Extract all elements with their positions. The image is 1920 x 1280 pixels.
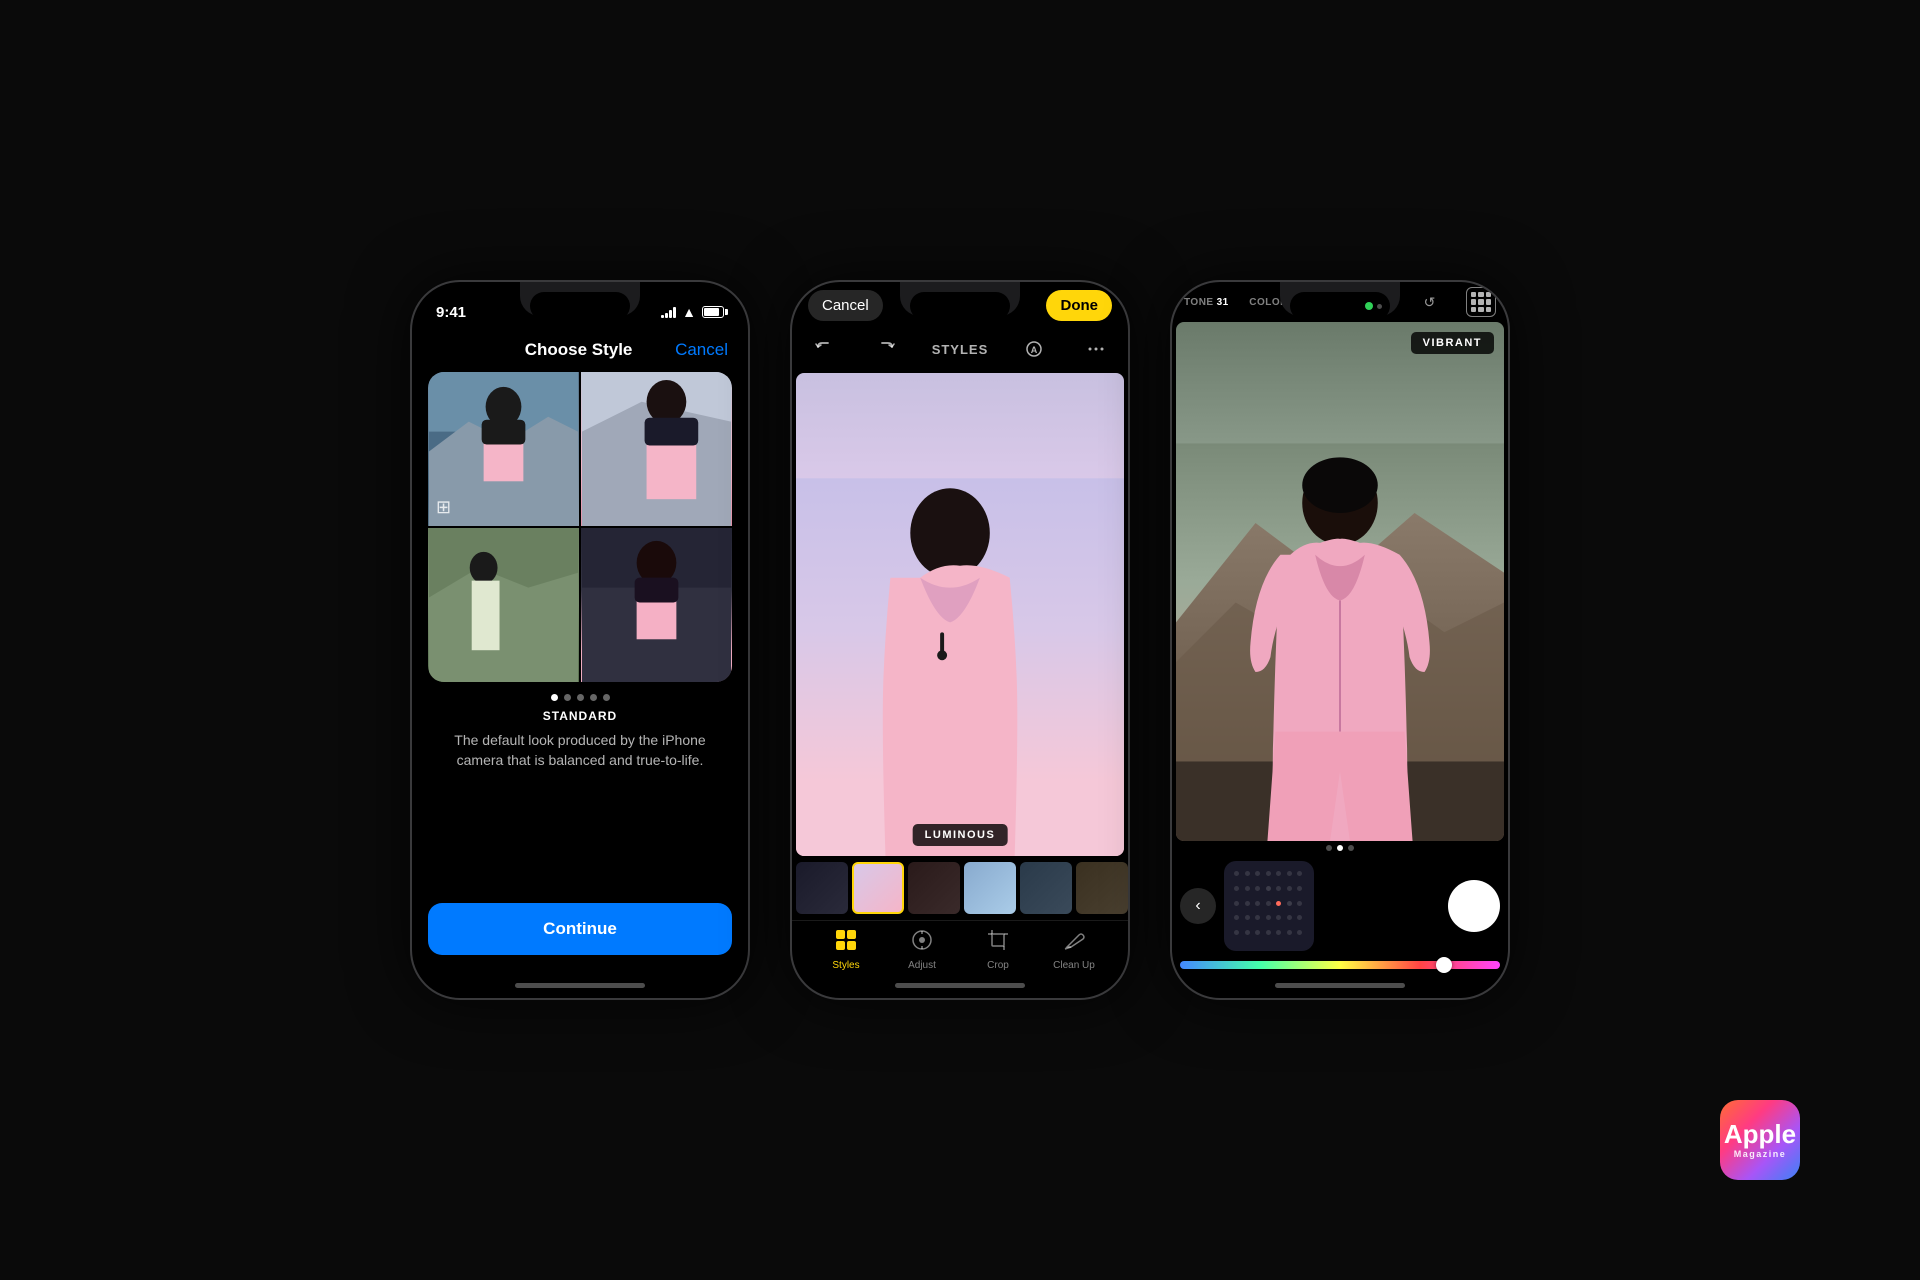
phone-3-screen: TONE 31 COLOR 84 PALETTE 100 ↺: [1172, 282, 1508, 998]
navigation-button[interactable]: A: [1018, 333, 1050, 365]
tab-crop[interactable]: Crop: [971, 929, 1026, 971]
dot-4: [590, 694, 597, 701]
phone-1: 9:41 ▲ Choose Style: [410, 280, 750, 1000]
style-thumbnails-2: [792, 856, 1128, 920]
white-circle-button[interactable]: [1448, 880, 1500, 932]
vibrant-dots-row: [1172, 841, 1508, 855]
tab-cleanup[interactable]: Clean Up: [1047, 929, 1102, 971]
vdot-1: [1326, 845, 1332, 851]
grid-photo-tr[interactable]: [581, 372, 732, 526]
dots-indicator-1: [412, 694, 748, 701]
style-thumb-3[interactable]: [908, 862, 960, 914]
vdot-2: [1337, 845, 1343, 851]
tab-adjust-label: Adjust: [908, 960, 936, 971]
tone-label: TONE: [1184, 297, 1214, 308]
more-button[interactable]: [1080, 333, 1112, 365]
dot-1: [551, 694, 558, 701]
tab-adjust[interactable]: Adjust: [895, 929, 950, 971]
signal-icon-1: [661, 306, 676, 318]
tab-crop-icon: [987, 929, 1009, 957]
tab-styles-icon: [835, 929, 857, 957]
palette-card-3[interactable]: [1224, 861, 1314, 951]
phone3-bottom-controls: ‹: [1172, 855, 1508, 957]
color-slider-row: [1172, 957, 1508, 975]
luminous-badge: LUMINOUS: [913, 824, 1008, 846]
battery-icon-1: [702, 306, 724, 318]
svg-text:A: A: [1031, 345, 1038, 355]
reset-button[interactable]: ↺: [1413, 286, 1445, 318]
main-photo-3: VIBRANT: [1176, 322, 1504, 841]
apple-badge-icon: Apple Magazine: [1720, 1100, 1800, 1180]
tab-crop-label: Crop: [987, 960, 1009, 971]
phone-3: TONE 31 COLOR 84 PALETTE 100 ↺: [1170, 280, 1510, 1000]
nav-cancel-btn-1[interactable]: Cancel: [675, 340, 728, 360]
back-button-3[interactable]: ‹: [1180, 888, 1216, 924]
nav-title-1: Choose Style: [525, 340, 633, 360]
phone-2: Cancel + Done STYLES A: [790, 280, 1130, 1000]
vdot-3: [1348, 845, 1354, 851]
done-button-2[interactable]: Done: [1046, 290, 1112, 321]
continue-button[interactable]: Continue: [428, 903, 732, 955]
home-indicator-3: [1275, 983, 1405, 988]
color-slider[interactable]: [1180, 961, 1500, 969]
nav-bar-1: Choose Style Cancel: [412, 332, 748, 372]
style-thumb-1[interactable]: [796, 862, 848, 914]
status-icons-1: ▲: [661, 304, 724, 320]
style-grid-1: ⊞: [428, 372, 732, 682]
style-thumb-2[interactable]: [852, 862, 904, 914]
dynamic-island-2: [910, 292, 1010, 320]
redo-button[interactable]: [870, 333, 902, 365]
tone-value: 31: [1217, 297, 1229, 308]
tab-styles-label: Styles: [832, 960, 859, 971]
style-thumb-5[interactable]: [1020, 862, 1072, 914]
styles-toolbar-2: STYLES A: [792, 329, 1128, 373]
phone-2-screen: Cancel + Done STYLES A: [792, 282, 1128, 998]
style-thumb-6[interactable]: [1076, 862, 1128, 914]
tab-cleanup-label: Clean Up: [1053, 960, 1095, 971]
status-dot-green: [1365, 302, 1373, 310]
style-name-1: STANDARD: [412, 709, 748, 723]
slider-thumb[interactable]: [1436, 957, 1452, 973]
home-indicator-1: [515, 983, 645, 988]
grid-overlay-icon: ⊞: [436, 497, 451, 518]
dot-3: [577, 694, 584, 701]
styles-label-2: STYLES: [932, 342, 989, 357]
scene: 9:41 ▲ Choose Style: [0, 0, 1920, 1280]
main-photo-2: LUMINOUS: [796, 373, 1124, 856]
grid-photo-br[interactable]: [581, 528, 732, 682]
tone-param: TONE 31: [1184, 297, 1229, 308]
apple-sub-text: Magazine: [1734, 1149, 1787, 1159]
dynamic-island-1: [530, 292, 630, 320]
grid-photo-tl[interactable]: ⊞: [428, 372, 579, 526]
style-grid-container-1: ⊞: [428, 372, 732, 682]
apple-magazine-badge: Apple Magazine: [1720, 1100, 1840, 1200]
wifi-icon-1: ▲: [682, 304, 696, 320]
color-label: COLOR: [1249, 297, 1288, 308]
home-indicator-2: [895, 983, 1025, 988]
tab-styles[interactable]: Styles: [819, 929, 874, 971]
vibrant-badge: VIBRANT: [1411, 332, 1494, 354]
undo-button[interactable]: [808, 333, 840, 365]
bottom-tabs-2: Styles Adjust Crop: [792, 920, 1128, 975]
style-desc-1: The default look produced by the iPhone …: [412, 731, 748, 770]
dot-2: [564, 694, 571, 701]
dynamic-island-3: [1290, 292, 1390, 320]
status-time-1: 9:41: [436, 304, 466, 321]
grid-toggle-button[interactable]: [1466, 287, 1496, 317]
style-thumb-4[interactable]: [964, 862, 1016, 914]
tab-cleanup-icon: [1063, 929, 1085, 957]
cancel-button-2[interactable]: Cancel: [808, 290, 883, 321]
dot-5: [603, 694, 610, 701]
tab-adjust-icon: [911, 929, 933, 957]
apple-brand-text: Apple: [1724, 1121, 1796, 1147]
phone-1-screen: 9:41 ▲ Choose Style: [412, 282, 748, 998]
grid-photo-bl[interactable]: [428, 528, 579, 682]
